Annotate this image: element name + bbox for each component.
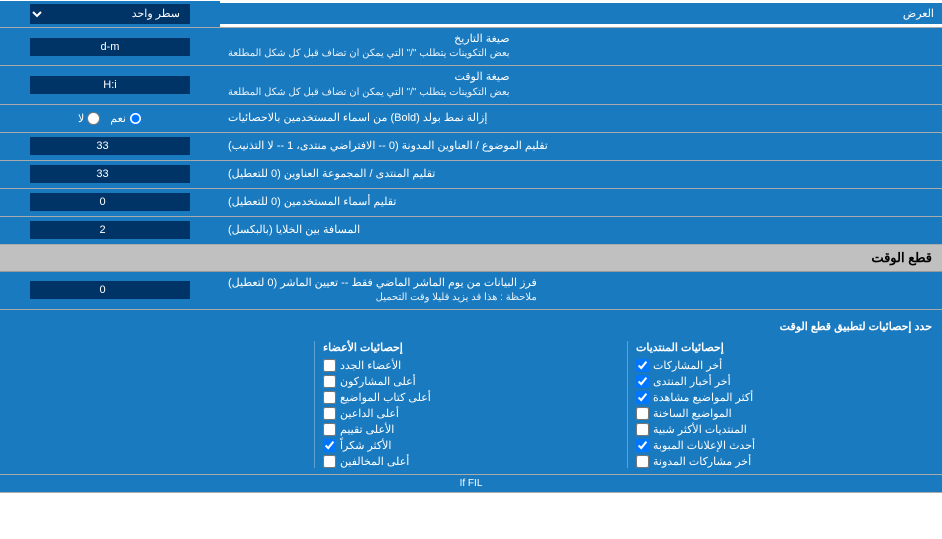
col1-item-6: أخر مشاركات المدونة — [636, 455, 932, 468]
col1-check-2[interactable] — [636, 391, 649, 404]
col2-check-6[interactable] — [323, 455, 336, 468]
stats-header: حدد إحصائيات لتطبيق قطع الوقت — [10, 316, 932, 337]
date-format-input[interactable] — [30, 38, 190, 56]
col2-item-2: أعلى كتاب المواضيع — [323, 391, 619, 404]
col1-check-5[interactable] — [636, 439, 649, 452]
radio-yes-label[interactable]: نعم — [110, 112, 142, 125]
time-cut-label: فرز البيانات من يوم الماشر الماضي فقط --… — [220, 272, 942, 309]
col2-check-2[interactable] — [323, 391, 336, 404]
time-cut-input-cell — [0, 272, 220, 309]
col2-item-1: أعلى المشاركون — [323, 375, 619, 388]
radio-no[interactable] — [87, 112, 100, 125]
date-format-row: صيغة التاريخ بعض التكوينات يتطلب "/" الت… — [0, 28, 942, 66]
cell-spacing-input-cell — [0, 217, 220, 244]
col2-check-5[interactable] — [323, 439, 336, 452]
col2-item-3: أعلى الداعين — [323, 407, 619, 420]
time-format-row: صيغة الوقت بعض التكوينات يتطلب "/" التي … — [0, 66, 942, 104]
display-select-cell: سطر واحدسطرانثلاثة أسطر — [0, 1, 220, 27]
col2-check-0[interactable] — [323, 359, 336, 372]
col2-item-6: أعلى المخالفين — [323, 455, 619, 468]
cell-spacing-label: المسافة بين الخلايا (بالبكسل) — [220, 217, 942, 244]
col1-title: إحصائيات المنتديات — [636, 341, 932, 354]
forum-addresses-row: تقليم المنتدى / المجموعة العناوين (0 للت… — [0, 161, 942, 189]
col2-check-4[interactable] — [323, 423, 336, 436]
forum-addresses-input[interactable] — [30, 165, 190, 183]
col1-check-3[interactable] — [636, 407, 649, 420]
subject-addresses-input[interactable] — [30, 137, 190, 155]
col-divider — [627, 341, 628, 468]
usernames-input[interactable] — [30, 193, 190, 211]
stats-col3 — [10, 341, 306, 468]
bottom-text: If FIL — [0, 475, 942, 493]
stats-col1: إحصائيات المنتديات أخر المشاركات أخر أخب… — [636, 341, 932, 468]
bold-remove-label: إزالة نمط بولد (Bold) من اسماء المستخدمي… — [220, 105, 942, 132]
col1-check-4[interactable] — [636, 423, 649, 436]
display-select[interactable]: سطر واحدسطرانثلاثة أسطر — [30, 4, 190, 24]
col2-item-4: الأعلى تقييم — [323, 423, 619, 436]
col1-item-3: المواضيع الساخنة — [636, 407, 932, 420]
cell-spacing-input[interactable] — [30, 221, 190, 239]
display-label: العرض — [220, 3, 942, 24]
subject-addresses-label: تقليم الموضوع / العناوين المدونة (0 -- ا… — [220, 133, 942, 160]
usernames-input-cell — [0, 189, 220, 216]
subject-addresses-row: تقليم الموضوع / العناوين المدونة (0 -- ا… — [0, 133, 942, 161]
time-cut-input[interactable] — [30, 281, 190, 299]
date-format-input-cell — [0, 28, 220, 65]
col1-item-0: أخر المشاركات — [636, 359, 932, 372]
time-format-label: صيغة الوقت بعض التكوينات يتطلب "/" التي … — [220, 66, 942, 103]
time-format-input[interactable] — [30, 76, 190, 94]
col-divider-2 — [314, 341, 315, 468]
col1-item-5: أحدث الإعلانات المبوبة — [636, 439, 932, 452]
time-cut-header: قطع الوقت — [0, 245, 942, 272]
cell-spacing-row: المسافة بين الخلايا (بالبكسل) — [0, 217, 942, 245]
forum-addresses-label: تقليم المنتدى / المجموعة العناوين (0 للت… — [220, 161, 942, 188]
usernames-row: تقليم أسماء المستخدمين (0 للتعطيل) — [0, 189, 942, 217]
stats-section: حدد إحصائيات لتطبيق قطع الوقت إحصائيات ا… — [0, 310, 942, 475]
forum-addresses-input-cell — [0, 161, 220, 188]
radio-yes[interactable] — [129, 112, 142, 125]
usernames-label: تقليم أسماء المستخدمين (0 للتعطيل) — [220, 189, 942, 216]
col2-item-5: الأكثر شكراً — [323, 439, 619, 452]
col2-check-1[interactable] — [323, 375, 336, 388]
time-format-input-cell — [0, 66, 220, 103]
col1-check-0[interactable] — [636, 359, 649, 372]
col1-item-1: أخر أخبار المنتدى — [636, 375, 932, 388]
stats-grid: إحصائيات المنتديات أخر المشاركات أخر أخب… — [10, 341, 932, 468]
bold-remove-row: إزالة نمط بولد (Bold) من اسماء المستخدمي… — [0, 105, 942, 133]
col1-item-4: المنتديات الأكثر شبية — [636, 423, 932, 436]
radio-no-label[interactable]: لا — [78, 112, 100, 125]
stats-col2: إحصائيات الأعضاء الأعضاء الجدد أعلى المش… — [323, 341, 619, 468]
bold-remove-radio-cell: نعم لا — [0, 105, 220, 132]
subject-addresses-input-cell — [0, 133, 220, 160]
col1-check-1[interactable] — [636, 375, 649, 388]
time-cut-row: فرز البيانات من يوم الماشر الماضي فقط --… — [0, 272, 942, 310]
date-format-label: صيغة التاريخ بعض التكوينات يتطلب "/" الت… — [220, 28, 942, 65]
col1-check-6[interactable] — [636, 455, 649, 468]
col2-title: إحصائيات الأعضاء — [323, 341, 619, 354]
col2-check-3[interactable] — [323, 407, 336, 420]
col1-item-2: أكثر المواضيع مشاهدة — [636, 391, 932, 404]
col2-item-0: الأعضاء الجدد — [323, 359, 619, 372]
